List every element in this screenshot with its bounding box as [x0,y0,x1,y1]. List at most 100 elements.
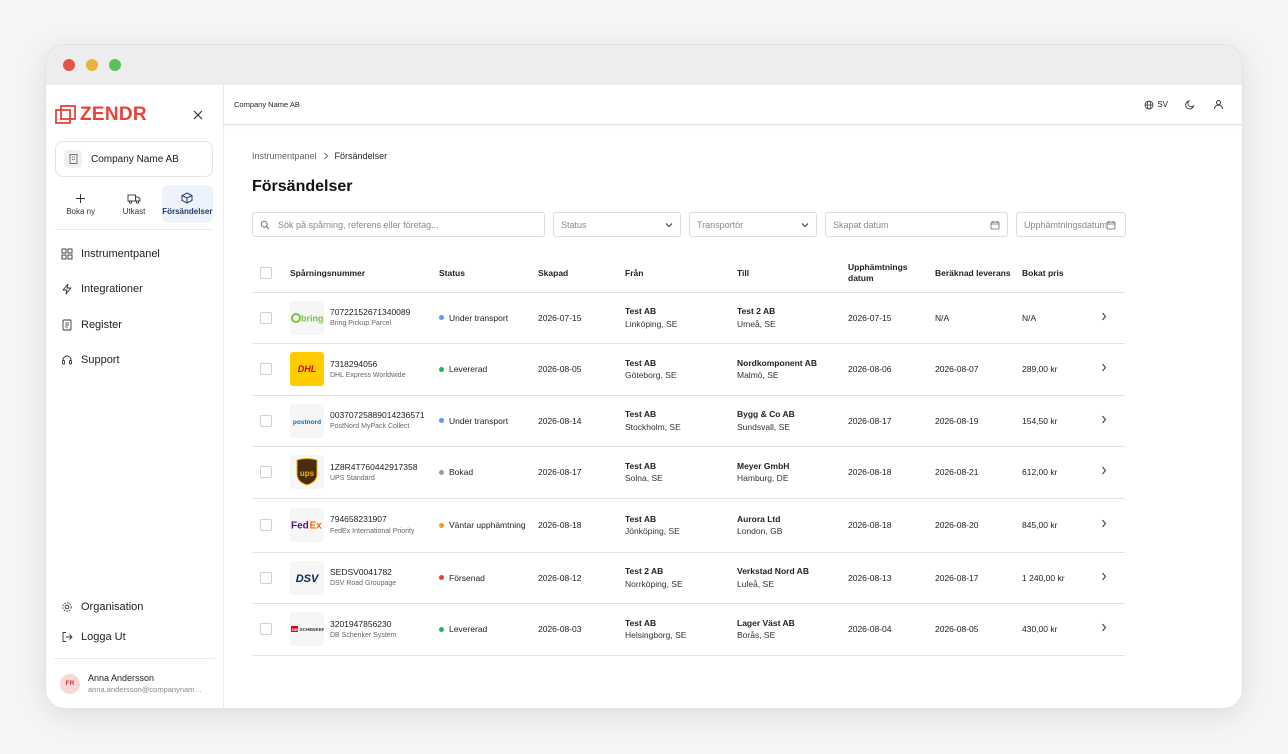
app-window: ZENDR Company Name AB Boka ny Utkast För… [45,44,1243,709]
carrier-service: FedEx International Priority [330,527,415,535]
chevron-right-icon[interactable] [1101,519,1107,528]
from-city: Norrköping, SE [625,578,683,589]
tracking-number[interactable]: 794658231907 [330,513,414,525]
close-sidebar-icon[interactable] [190,107,206,123]
sidebar-item-dashboard[interactable]: Instrumentpanel [46,236,223,272]
sidebar-item-label: Organisation [81,601,144,613]
created-date-label: Skapat datum [833,219,889,230]
chevron-right-icon[interactable] [1101,623,1107,632]
table-row[interactable]: DB SCHENKER 3201947856230 DB Schenker Sys… [252,603,1125,656]
chevron-right-icon[interactable] [1101,415,1107,424]
table-row[interactable]: bring 70722152671340089 Bring Pickup Par… [252,292,1125,344]
chevron-right-icon[interactable] [1101,363,1107,372]
pickup-date-filter[interactable]: Upphämtningsdatum [1016,212,1126,237]
to-city: Malmö, SE [737,370,779,381]
table-row[interactable]: Fed Ex 794658231907 FedEx International P… [252,498,1125,553]
status-filter[interactable]: Status [553,212,681,237]
tracking-number[interactable]: 3201947856230 [330,618,397,630]
booked-price: 845,00 kr [1022,498,1082,553]
page-title: Försändelser [252,178,353,195]
status-text: Väntar upphämtning [449,519,526,530]
from-name: Test AB [625,306,657,317]
from-city: Göteborg, SE [625,370,677,381]
minimize-window-dot[interactable] [86,59,98,71]
header-to[interactable]: Till [737,255,848,293]
pickup-date: 2026-08-18 [848,498,935,553]
row-checkbox[interactable] [260,571,272,584]
shipments-button[interactable]: Försändelser [161,185,213,223]
topbar-company-name: Company Name AB [234,100,300,109]
brand-name: ZENDR [80,103,147,125]
carrier-filter[interactable]: Transportör [689,212,817,237]
company-selector[interactable]: Company Name AB [55,141,213,177]
sidebar-item-support[interactable]: Support [46,343,223,379]
dsv-logo-icon: DSV [290,560,324,595]
chevron-right-icon[interactable] [1101,466,1107,475]
register-icon [62,319,72,331]
tracking-number[interactable]: 70722152671340089 [330,306,410,318]
new-booking-button[interactable]: Boka ny [55,185,106,223]
from-name: Test 2 AB [625,566,664,577]
to-name: Verkstad Nord AB [737,566,809,577]
tracking-number[interactable]: 00370725889014236571 [330,409,425,421]
from-name: Test AB [625,513,657,524]
table-row[interactable]: postnord 00370725889014236571 PostNord M… [252,395,1125,447]
sidebar-item-logout[interactable]: Logga Ut [46,622,223,652]
drafts-button[interactable]: Utkast [108,185,159,223]
tracking-number[interactable]: SEDSV0041782 [330,566,396,578]
user-icon[interactable] [1213,99,1224,110]
sidebar-item-label: Integrationer [81,283,143,296]
header-tracking[interactable]: Spårningsnummer [290,255,439,293]
status-text: Levererad [449,364,488,375]
eta-date: 2026-08-17 [935,552,1022,604]
booked-price: N/A [1022,292,1082,344]
eta-date: 2026-08-20 [935,498,1022,553]
created-date-filter[interactable]: Skapat datum [825,212,1008,237]
user-email: anna.andersson@companyname.se [88,685,206,694]
svg-text:DB: DB [292,627,298,632]
tracking-number[interactable]: 1Z8R4T760442917358 [330,461,417,473]
language-selector[interactable]: SV [1144,100,1168,110]
search-input[interactable]: Sök på spårning, referens eller företag.… [252,212,545,237]
from-name: Test AB [625,409,657,420]
table-row[interactable]: ups 1Z8R4T760442917358 UPS Standard Boka… [252,446,1125,499]
header-price[interactable]: Bokat pris [1022,255,1082,293]
new-booking-label: Boka ny [66,206,96,216]
row-checkbox[interactable] [260,414,272,427]
status-badge: Väntar upphämtning [439,519,538,531]
breadcrumb-dashboard[interactable]: Instrumentpanel [252,151,317,161]
sidebar-item-register[interactable]: Register [46,307,223,343]
table-row[interactable]: DSV SEDSV0041782 DSV Road Groupage Förse… [252,552,1125,604]
tracking-number[interactable]: 7318294056 [330,358,405,370]
row-checkbox[interactable] [260,519,272,531]
chevron-right-icon[interactable] [1101,572,1107,581]
sidebar-item-integrations[interactable]: Integrationer [46,272,223,308]
status-badge: Under transport [439,415,538,427]
header-pickup[interactable]: Upphämtnings datum [848,255,935,293]
to-name: Test 2 AB [737,306,776,317]
row-checkbox[interactable] [260,363,272,376]
header-created[interactable]: Skapad [538,255,625,293]
status-text: Under transport [449,415,509,426]
header-eta[interactable]: Beräknad leverans [935,255,1022,293]
eta-date: N/A [935,292,1022,344]
table-row[interactable]: DHL 7318294056 DHL Express Worldwide Lev… [252,343,1125,396]
row-checkbox[interactable] [260,623,272,636]
moon-icon[interactable] [1185,99,1196,110]
headset-icon [62,355,72,365]
row-checkbox[interactable] [260,311,272,324]
chevron-right-icon[interactable] [1101,312,1107,321]
header-from[interactable]: Från [625,255,737,293]
row-checkbox[interactable] [260,466,272,479]
close-window-dot[interactable] [63,59,75,71]
created-date: 2026-08-18 [538,498,625,553]
status-dot [439,418,444,424]
avatar: FR [60,673,80,694]
header-status[interactable]: Status [439,255,538,293]
maximize-window-dot[interactable] [109,59,121,71]
select-all-checkbox[interactable] [260,267,272,280]
sidebar-item-organisation[interactable]: Organisation [46,592,223,622]
user-profile[interactable]: FR Anna Andersson anna.andersson@company… [54,658,215,708]
to-city: Umeå, SE [737,318,776,329]
brand-logo[interactable]: ZENDR [55,104,147,126]
